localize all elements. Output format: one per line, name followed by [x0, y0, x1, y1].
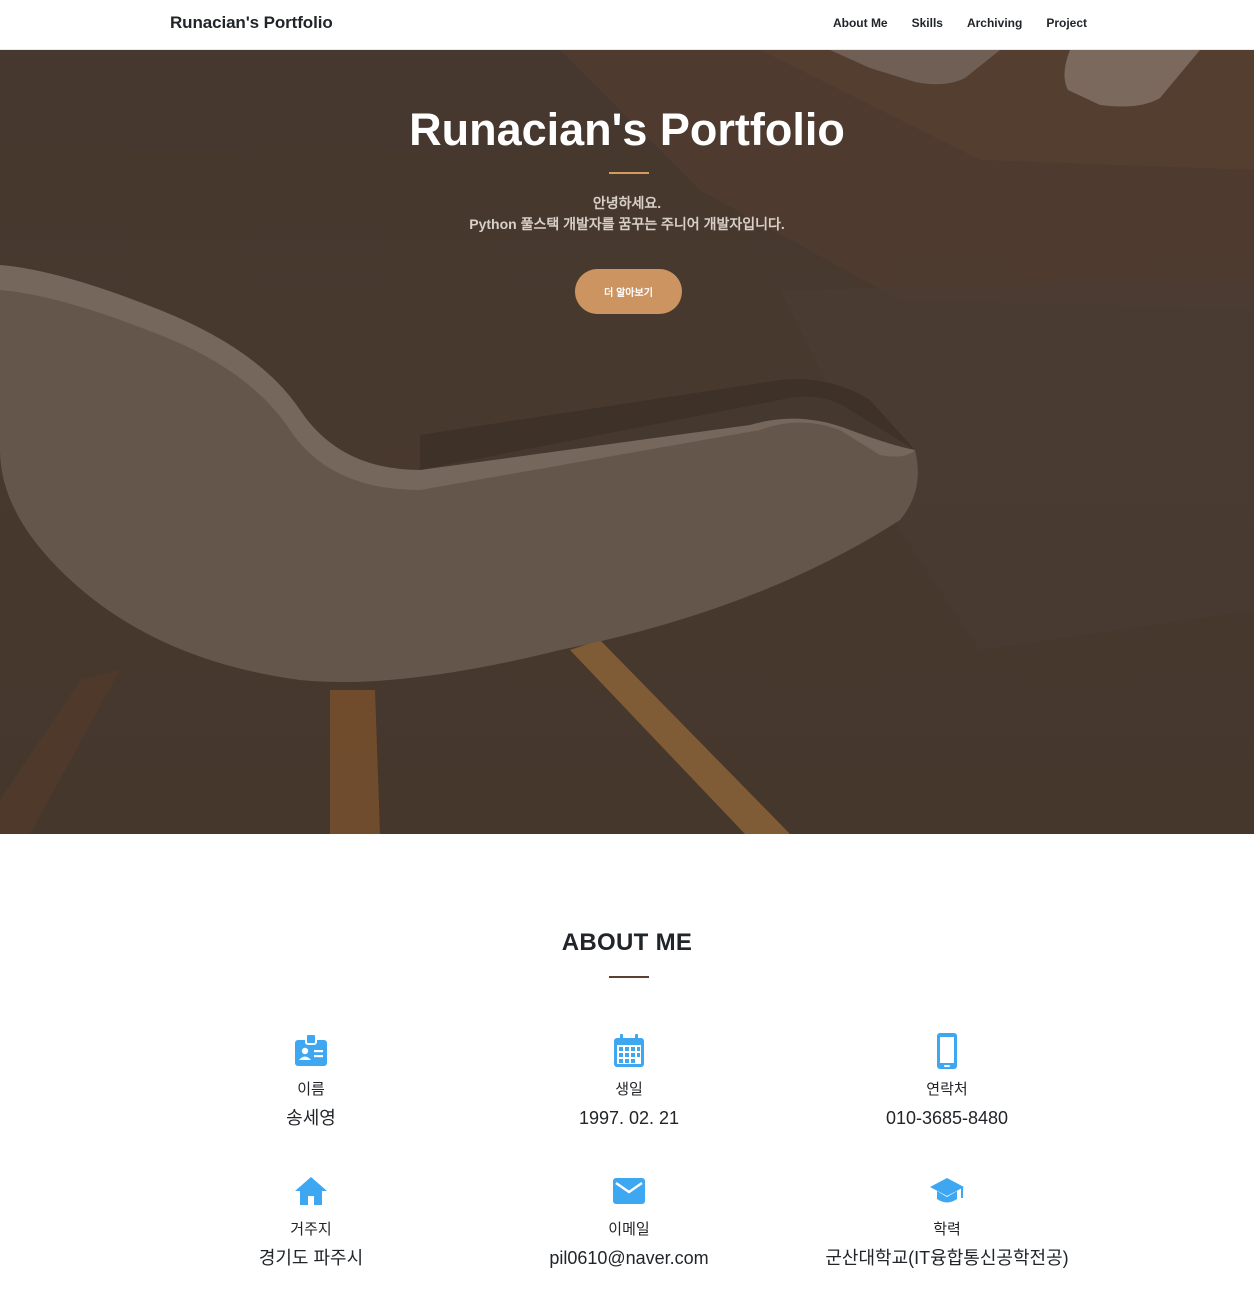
nav-archiving[interactable]: Archiving — [967, 16, 1022, 30]
info-value: 010-3685-8480 — [885, 1108, 1009, 1128]
info-label: 연락처 — [926, 1081, 968, 1098]
hero-background-image — [0, 50, 1254, 834]
hero-divider — [609, 172, 649, 174]
about-title: ABOUT ME — [561, 929, 693, 956]
info-label: 학력 — [933, 1221, 961, 1238]
phone-icon — [937, 1033, 957, 1069]
nav-skills[interactable]: Skills — [912, 16, 943, 30]
info-birthday: 생일 1997. 02. 21 — [469, 1033, 789, 1129]
navbar: Runacian's Portfolio About Me Skills Arc… — [0, 0, 1254, 50]
home-icon — [295, 1177, 327, 1205]
hero-section: Runacian's Portfolio 안녕하세요. Python 풀스택 개… — [0, 50, 1254, 834]
id-card-icon — [295, 1033, 327, 1066]
info-value: 군산대학교(IT융합통신공학전공) — [825, 1248, 1069, 1268]
info-education: 학력 군산대학교(IT융합통신공학전공) — [787, 1173, 1107, 1269]
nav-project[interactable]: Project — [1046, 16, 1087, 30]
info-label: 이름 — [297, 1081, 325, 1098]
info-label: 거주지 — [290, 1221, 332, 1238]
info-value: pil0610@naver.com — [549, 1248, 709, 1268]
hero-title: Runacian's Portfolio — [409, 104, 845, 155]
info-value: 1997. 02. 21 — [578, 1108, 680, 1128]
brand-link[interactable]: Runacian's Portfolio — [170, 13, 333, 33]
graduation-cap-icon — [930, 1178, 964, 1203]
hero-subtitle-line2: Python 풀스택 개발자를 꿈꾸는 주니어 개발자입니다. — [469, 216, 785, 232]
info-contact: 연락처 010-3685-8480 — [787, 1033, 1107, 1129]
info-label: 이메일 — [608, 1221, 650, 1238]
info-value: 송세영 — [286, 1108, 336, 1128]
about-divider — [609, 976, 649, 978]
hero-subtitle: 안녕하세요. Python 풀스택 개발자를 꿈꾸는 주니어 개발자입니다. — [0, 193, 1254, 235]
mail-icon — [613, 1178, 645, 1204]
learn-more-button[interactable]: 더 알아보기 — [575, 269, 682, 314]
info-residence: 거주지 경기도 파주시 — [151, 1173, 471, 1269]
calendar-icon — [614, 1034, 644, 1067]
hero-subtitle-line1: 안녕하세요. — [592, 195, 662, 211]
info-label: 생일 — [615, 1081, 643, 1098]
nav-links: About Me Skills Archiving Project — [833, 16, 1087, 30]
info-name: 이름 송세영 — [151, 1033, 471, 1129]
info-email: 이메일 pil0610@naver.com — [469, 1173, 789, 1269]
info-value: 경기도 파주시 — [258, 1248, 364, 1268]
nav-about-me[interactable]: About Me — [833, 16, 888, 30]
